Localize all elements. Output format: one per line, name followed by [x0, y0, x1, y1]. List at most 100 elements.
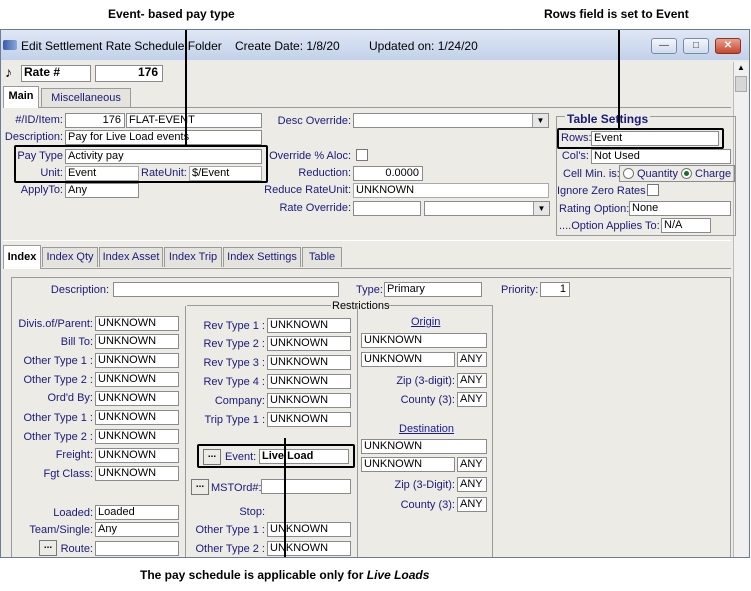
- index-type-field[interactable]: Primary: [384, 282, 482, 297]
- col-divider-1: [185, 306, 186, 557]
- note-icon: ♪: [5, 64, 12, 80]
- tab-index-asset[interactable]: Index Asset: [99, 247, 163, 267]
- divis-parent-field[interactable]: UNKNOWN: [95, 316, 179, 331]
- rate-override-select[interactable]: [424, 201, 550, 216]
- origin-field-2[interactable]: UNKNOWN: [361, 352, 455, 367]
- desc-override-field[interactable]: [353, 113, 549, 128]
- reduction-label: Reduction:: [298, 167, 351, 179]
- destination-field-2[interactable]: UNKNOWN: [361, 457, 455, 472]
- id-number-field[interactable]: 176: [65, 113, 125, 128]
- ordd-by-field[interactable]: UNKNOWN: [95, 391, 179, 406]
- origin-field-1[interactable]: UNKNOWN: [361, 333, 487, 348]
- cols-field[interactable]: Not Used: [591, 149, 731, 164]
- other-type-2-label: Other Type 2 :: [23, 374, 93, 386]
- destination-field-1[interactable]: UNKNOWN: [361, 439, 487, 454]
- rate-override-label: Rate Override:: [279, 202, 351, 214]
- option-applies-field[interactable]: N/A: [661, 218, 711, 233]
- stop-label: Stop:: [239, 506, 265, 518]
- mstord-field[interactable]: [261, 479, 351, 494]
- tab-index-qty[interactable]: Index Qty: [42, 247, 98, 267]
- rev-type-1-field[interactable]: UNKNOWN: [267, 318, 351, 333]
- tab-index-settings[interactable]: Index Settings: [223, 247, 301, 267]
- trip-type-1-field[interactable]: UNKNOWN: [267, 412, 351, 427]
- rating-option-field[interactable]: None: [629, 201, 731, 216]
- divider: [3, 240, 731, 241]
- company-label: Company:: [214, 395, 265, 407]
- index-description-field[interactable]: [113, 282, 339, 297]
- reduction-field[interactable]: 0.0000: [353, 166, 423, 181]
- create-date: Create Date: 1/8/20: [235, 39, 340, 53]
- mstord-label: MSTOrd#:: [211, 482, 262, 494]
- id-value-field[interactable]: FLAT-EVENT: [126, 113, 262, 128]
- pay-type-highlight: [14, 145, 268, 183]
- ignore-zero-checkbox[interactable]: [647, 184, 659, 196]
- fgt-class-label: Fgt Class:: [43, 468, 93, 480]
- team-single-field[interactable]: Any: [95, 522, 179, 537]
- other-type-1-label: Other Type 1 :: [23, 355, 93, 367]
- rev-type-3-field[interactable]: UNKNOWN: [267, 355, 351, 370]
- rev-type-4-field[interactable]: UNKNOWN: [267, 374, 351, 389]
- override-aloc-checkbox[interactable]: [356, 149, 368, 161]
- ordd-other-type-1-label: Other Type 1 :: [23, 412, 93, 424]
- bill-to-field[interactable]: UNKNOWN: [95, 334, 179, 349]
- freight-field[interactable]: UNKNOWN: [95, 448, 179, 463]
- desc-override-label: Desc Override:: [277, 115, 351, 127]
- option-applies-label: ....Option Applies To:: [559, 220, 660, 232]
- ordd-other-type-2-field[interactable]: UNKNOWN: [95, 429, 179, 444]
- event-highlight: [197, 444, 355, 468]
- route-ellipsis-button[interactable]: ...: [39, 540, 57, 556]
- rate-override-dropdown-icon[interactable]: ▼: [533, 202, 549, 215]
- destination-zip-field[interactable]: ANY: [457, 477, 487, 492]
- company-field[interactable]: UNKNOWN: [267, 393, 351, 408]
- tab-miscellaneous[interactable]: Miscellaneous: [41, 88, 131, 108]
- annotation-live-loads: The pay schedule is applicable only for …: [140, 568, 430, 582]
- scroll-up-icon[interactable]: ▲: [735, 63, 747, 75]
- chevron-down-icon[interactable]: ▼: [532, 114, 548, 127]
- stop-other-type-1-label: Other Type 1 :: [195, 524, 265, 536]
- route-field[interactable]: [95, 541, 179, 556]
- rate-number[interactable]: 176: [95, 65, 163, 82]
- mstord-ellipsis-button[interactable]: ...: [191, 479, 209, 495]
- priority-field[interactable]: 1: [540, 282, 570, 297]
- index-type-label: Type:: [356, 284, 383, 296]
- reduce-rate-unit-field[interactable]: UNKNOWN: [353, 183, 549, 198]
- origin-zip-field[interactable]: ANY: [457, 373, 487, 388]
- destination-title[interactable]: Destination: [399, 423, 454, 435]
- stop-other-type-1-field[interactable]: UNKNOWN: [267, 522, 351, 537]
- minimize-button[interactable]: —: [651, 38, 677, 54]
- fgt-class-field[interactable]: UNKNOWN: [95, 466, 179, 481]
- origin-title[interactable]: Origin: [411, 316, 440, 328]
- origin-any-field[interactable]: ANY: [457, 352, 487, 367]
- rev-type-1-label: Rev Type 1 :: [203, 320, 265, 332]
- destination-any-field[interactable]: ANY: [457, 457, 487, 472]
- rev-type-2-field[interactable]: UNKNOWN: [267, 336, 351, 351]
- ordd-other-type-1-field[interactable]: UNKNOWN: [95, 410, 179, 425]
- tab-index[interactable]: Index: [3, 245, 41, 269]
- stop-other-type-2-label: Other Type 2 :: [195, 543, 265, 555]
- scroll-thumb[interactable]: [735, 76, 747, 92]
- quantity-radio[interactable]: [623, 168, 634, 179]
- destination-zip-label: Zip (3-Digit):: [394, 479, 455, 491]
- stop-other-type-2-field[interactable]: UNKNOWN: [267, 541, 351, 556]
- description-field[interactable]: Pay for Live Load events: [65, 130, 262, 145]
- reduce-rate-unit-label: Reduce RateUnit:: [264, 184, 351, 196]
- quantity-label: Quantity: [637, 168, 678, 180]
- live-load-pointer: [284, 438, 286, 557]
- tab-index-trip[interactable]: Index Trip: [164, 247, 222, 267]
- maximize-button[interactable]: □: [683, 38, 709, 54]
- origin-county-field[interactable]: ANY: [457, 392, 487, 407]
- other-type-1-field[interactable]: UNKNOWN: [95, 353, 179, 368]
- charge-radio[interactable]: [681, 168, 692, 179]
- close-button[interactable]: ✕: [715, 38, 741, 54]
- apply-to-field[interactable]: Any: [65, 183, 139, 198]
- loaded-field[interactable]: Loaded: [95, 505, 179, 520]
- title-bar: Edit Settlement Rate Schedule Folder Cre…: [1, 30, 749, 60]
- rate-override-field[interactable]: [353, 201, 421, 216]
- rev-type-3-label: Rev Type 3 :: [203, 357, 265, 369]
- other-type-2-field[interactable]: UNKNOWN: [95, 372, 179, 387]
- tab-main[interactable]: Main: [3, 86, 39, 108]
- index-description-label: Description:: [50, 284, 109, 296]
- tab-table[interactable]: Table: [302, 247, 342, 267]
- ordd-other-type-2-label: Other Type 2 :: [23, 431, 93, 443]
- destination-county-field[interactable]: ANY: [457, 497, 487, 512]
